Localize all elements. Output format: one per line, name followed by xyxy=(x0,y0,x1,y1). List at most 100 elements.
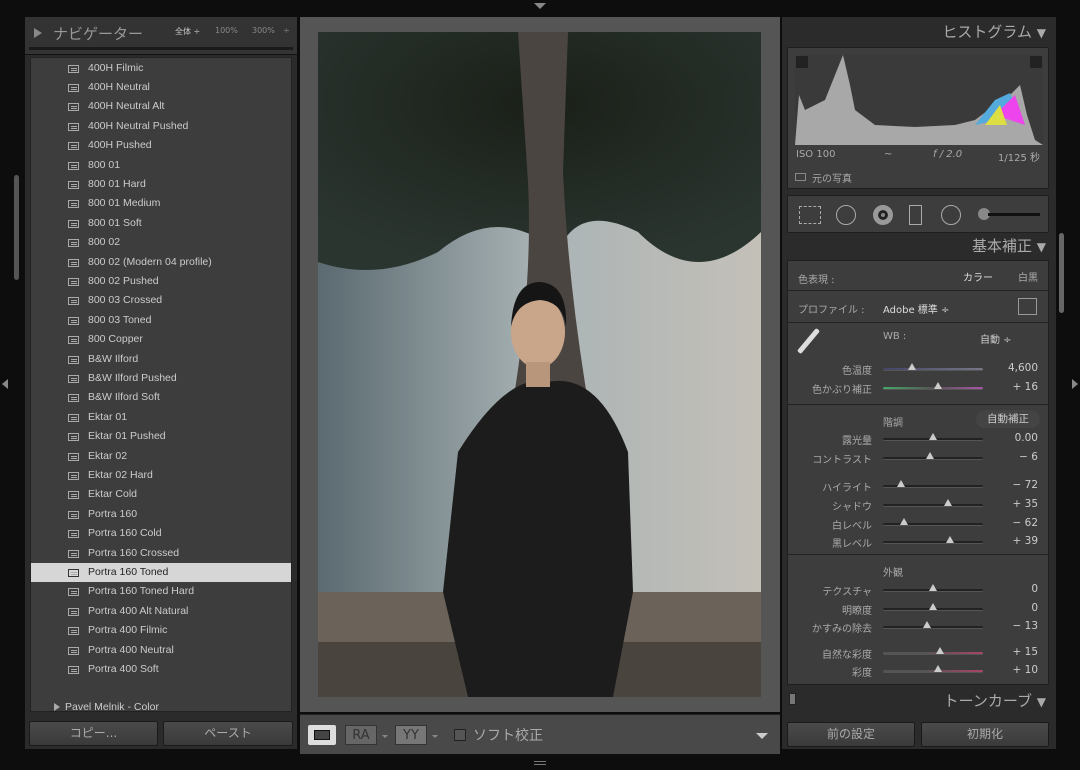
slider-thumb[interactable] xyxy=(897,480,905,487)
preset-item[interactable]: 400H Filmic xyxy=(31,59,291,78)
preset-item[interactable]: 800 03 Crossed xyxy=(31,291,291,310)
preset-item[interactable]: 800 01 Hard xyxy=(31,175,291,194)
preset-item[interactable]: Portra 160 xyxy=(31,505,291,524)
crop-tool-icon[interactable] xyxy=(799,206,821,224)
slider-value[interactable]: + 39 xyxy=(1013,535,1039,547)
preset-item[interactable]: 800 02 (Modern 04 profile) xyxy=(31,253,291,272)
profile-select[interactable]: Adobe 標準 ÷ xyxy=(883,301,949,316)
slider-value[interactable]: + 35 xyxy=(1013,498,1039,510)
previous-settings-button[interactable]: 前の設定 xyxy=(787,722,915,747)
slider-value[interactable]: + 16 xyxy=(1013,381,1039,393)
tone-curve-toggle-icon[interactable] xyxy=(789,693,796,705)
original-photo-checkbox[interactable] xyxy=(795,173,806,181)
slider-value[interactable]: − 6 xyxy=(1019,451,1038,463)
brush-size-slider[interactable] xyxy=(988,213,1040,216)
preset-item[interactable]: Portra 400 Soft xyxy=(31,660,291,679)
preset-item[interactable]: 800 02 xyxy=(31,233,291,252)
zoom-300[interactable]: 300% xyxy=(252,26,275,35)
preset-item[interactable]: Ektar 01 Pushed xyxy=(31,427,291,446)
dropdown-icon[interactable] xyxy=(382,735,388,738)
slider-thumb[interactable] xyxy=(929,584,937,591)
preset-item[interactable]: 800 Copper xyxy=(31,330,291,349)
navigator-header[interactable]: ナビゲーター 全体 ÷ 100% 300% ÷ xyxy=(25,17,297,55)
preset-item[interactable]: B&W Ilford Pushed xyxy=(31,369,291,388)
preset-item[interactable]: 800 01 xyxy=(31,156,291,175)
expand-icon[interactable]: ▼ xyxy=(1037,695,1046,709)
preset-item[interactable]: Ektar 02 Hard xyxy=(31,466,291,485)
wb-select[interactable]: 自動 ÷ xyxy=(980,331,1012,346)
radial-filter-icon[interactable] xyxy=(941,205,961,225)
slider-value[interactable]: + 10 xyxy=(1013,664,1039,676)
reset-button[interactable]: 初期化 xyxy=(921,722,1049,747)
preset-item[interactable]: 400H Neutral Alt xyxy=(31,97,291,116)
toolbar-menu-icon[interactable] xyxy=(756,733,768,739)
copy-button[interactable]: コピー... xyxy=(29,721,158,746)
slider-thumb[interactable] xyxy=(934,382,942,389)
preset-item[interactable]: 800 01 Medium xyxy=(31,194,291,213)
preset-item[interactable]: Ektar 01 xyxy=(31,408,291,427)
preset-item[interactable]: 800 02 Pushed xyxy=(31,272,291,291)
slider-thumb[interactable] xyxy=(946,536,954,543)
slider-thumb[interactable] xyxy=(926,452,934,459)
tone-curve-header[interactable]: トーンカーブ ▼ xyxy=(944,690,1046,711)
dropdown-icon[interactable] xyxy=(432,735,438,738)
slider-track[interactable] xyxy=(883,652,983,655)
graduated-filter-icon[interactable] xyxy=(909,205,922,225)
slider-value[interactable]: 4,600 xyxy=(1008,362,1038,374)
slider-track[interactable] xyxy=(883,541,983,544)
left-scrollbar[interactable] xyxy=(14,175,19,280)
preset-item[interactable]: 800 01 Soft xyxy=(31,214,291,233)
slider-value[interactable]: 0 xyxy=(1031,602,1038,614)
right-scrollbar[interactable] xyxy=(1059,233,1064,313)
basic-header[interactable]: 基本補正 ▼ xyxy=(972,235,1046,256)
preset-item[interactable]: Portra 160 Cold xyxy=(31,524,291,543)
preset-item[interactable]: Portra 400 Neutral xyxy=(31,641,291,660)
collapse-icon[interactable]: ▼ xyxy=(1037,240,1046,254)
preset-item[interactable]: 400H Neutral Pushed xyxy=(31,117,291,136)
slider-track[interactable] xyxy=(883,523,983,526)
slider-value[interactable]: − 13 xyxy=(1013,620,1039,632)
slider-thumb[interactable] xyxy=(900,518,908,525)
zoom-fit[interactable]: 全体 ÷ xyxy=(175,26,200,37)
collapse-icon[interactable]: ▼ xyxy=(1037,26,1046,40)
slider-track[interactable] xyxy=(883,387,983,390)
top-panel-toggle-icon[interactable] xyxy=(534,3,546,9)
treatment-bw[interactable]: 白黒 xyxy=(1018,269,1038,284)
preset-item[interactable]: Portra 160 Crossed xyxy=(31,544,291,563)
slider-value[interactable]: − 72 xyxy=(1013,479,1039,491)
highlight-clip-icon[interactable] xyxy=(1030,56,1042,68)
preset-item[interactable]: 800 03 Toned xyxy=(31,311,291,330)
slider-thumb[interactable] xyxy=(929,603,937,610)
photo[interactable] xyxy=(318,32,761,697)
slider-track[interactable] xyxy=(883,626,983,629)
preset-item[interactable]: Portra 400 Alt Natural xyxy=(31,602,291,621)
wb-eyedropper-icon[interactable] xyxy=(796,327,821,355)
slider-thumb[interactable] xyxy=(936,647,944,654)
folder-expand-icon[interactable] xyxy=(54,703,60,711)
slider-value[interactable]: − 62 xyxy=(1013,517,1039,529)
shadow-clip-icon[interactable] xyxy=(796,56,808,68)
histogram-header[interactable]: ヒストグラム ▼ xyxy=(942,21,1046,42)
preset-item[interactable]: Portra 160 Toned Hard xyxy=(31,582,291,601)
spot-removal-icon[interactable] xyxy=(836,205,856,225)
preset-item[interactable]: B&W Ilford Soft xyxy=(31,388,291,407)
right-panel-toggle-icon[interactable] xyxy=(1072,379,1078,389)
filmstrip-toggle-icon[interactable] xyxy=(534,761,546,765)
expand-icon[interactable] xyxy=(34,28,42,38)
treatment-color[interactable]: カラー xyxy=(963,269,993,284)
preset-item[interactable]: Ektar 02 xyxy=(31,447,291,466)
before-after-button[interactable]: RA xyxy=(345,725,377,745)
slider-track[interactable] xyxy=(883,504,983,507)
slider-thumb[interactable] xyxy=(944,499,952,506)
auto-tone-button[interactable]: 自動補正 xyxy=(976,410,1040,428)
zoom-100[interactable]: 100% xyxy=(215,26,238,35)
slider-thumb[interactable] xyxy=(934,665,942,672)
before-after-swap-button[interactable]: YY xyxy=(395,725,427,745)
preset-item[interactable]: Portra 400 Filmic xyxy=(31,621,291,640)
zoom-arrow[interactable]: ÷ xyxy=(283,26,290,35)
preset-folder[interactable]: Pavel Melnik - Color xyxy=(31,698,291,717)
slider-track[interactable] xyxy=(883,670,983,673)
preset-item[interactable]: 400H Pushed xyxy=(31,136,291,155)
slider-value[interactable]: + 15 xyxy=(1013,646,1039,658)
left-panel-toggle-icon[interactable] xyxy=(2,379,8,389)
